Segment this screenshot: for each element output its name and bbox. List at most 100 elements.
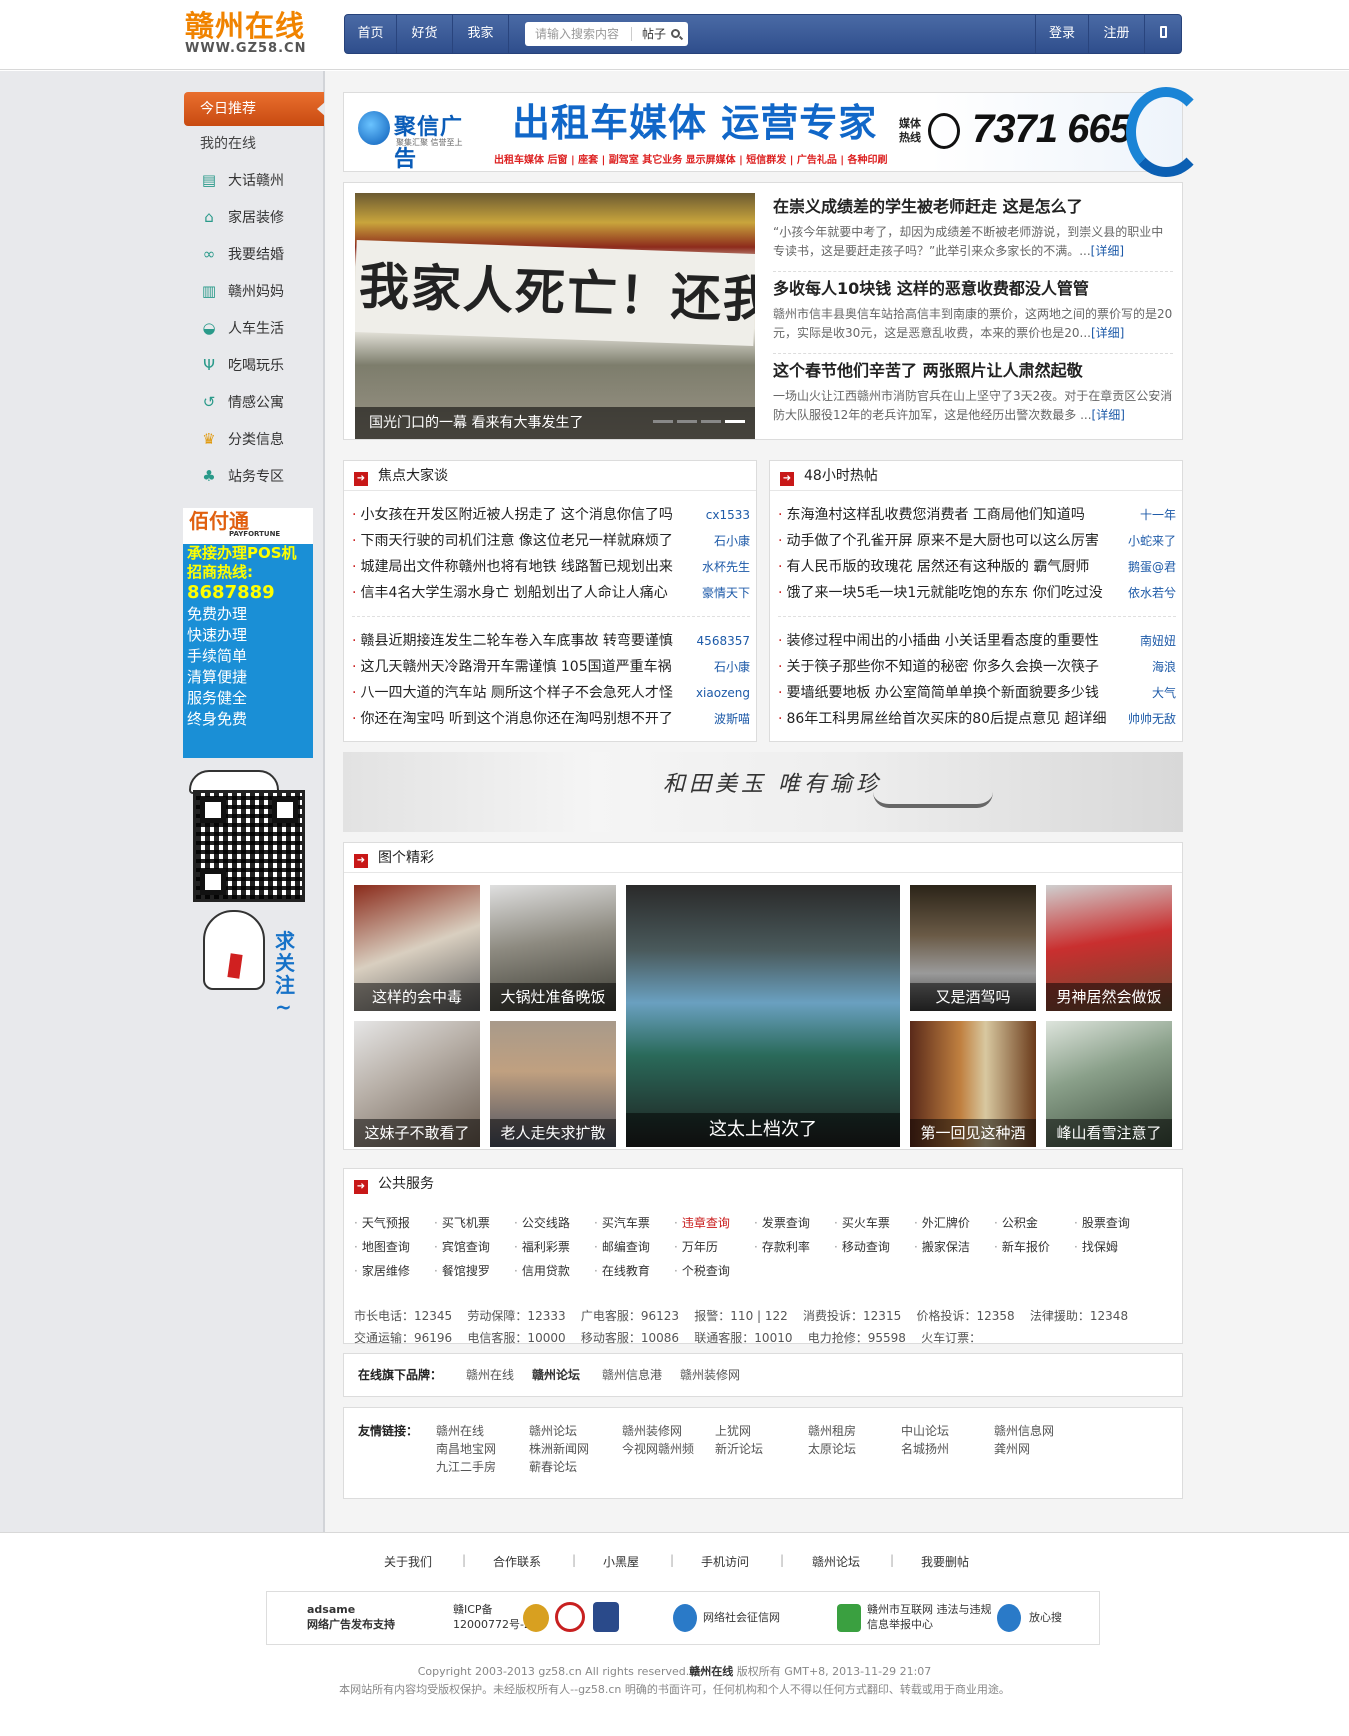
list-item-title[interactable]: 信丰4名大学生溺水身亡 划船划出了人命让人痛心 [360,585,667,601]
photo-tile[interactable]: 老人走失求扩散 [490,1021,616,1147]
friend-link[interactable]: 赣州租房 [808,1422,856,1439]
list-item-author[interactable]: 鹅蛋@君 [1128,555,1176,579]
friend-link[interactable]: 蕲春论坛 [529,1458,577,1475]
list-item-title[interactable]: 饿了来一块5毛一块1元就能吃饱的东东 你们吃过没 [786,585,1102,601]
police-emblem-icon[interactable] [523,1604,549,1632]
service-link[interactable]: · 存款利率 [754,1237,810,1257]
list-item[interactable]: · 饿了来一块5毛一块1元就能吃饱的东东 你们吃过没 依水若兮 [778,581,1176,605]
service-link[interactable]: · 家居维修 [354,1261,410,1281]
service-link[interactable]: · 公交线路 [514,1213,570,1233]
mobile-icon[interactable] [1145,15,1181,53]
nav-goods[interactable]: 好货 [397,15,453,53]
friend-link[interactable]: 上犹网 [715,1422,751,1439]
sidebar-item-dahua[interactable]: ▤ 大话赣州 [184,162,324,199]
footer-link[interactable]: 小黑屋 [603,1553,639,1570]
search-box[interactable]: 请输入搜索内容 帖子 [525,22,688,46]
list-item-title[interactable]: 这几天赣州天冷路滑开车需谨慎 105国道严重车祸 [360,659,671,675]
list-item-author[interactable]: 小蛇来了 [1128,529,1176,553]
friend-link[interactable]: 赣州装修网 [622,1422,682,1439]
slide-dot-active[interactable] [725,420,745,423]
list-item-title[interactable]: 动手做了个孔雀开屏 原来不是大厨也可以这么厉害 [786,533,1098,549]
service-link[interactable]: · 福利彩票 [514,1237,570,1257]
friend-link[interactable]: 九江二手房 [436,1458,496,1475]
nav-home[interactable]: 首页 [345,15,397,53]
brand-link[interactable]: 赣州装修网 [680,1354,740,1396]
photo-tile[interactable]: 男神居然会做饭 [1046,885,1172,1011]
slide-dot[interactable] [701,420,721,423]
footer-link[interactable]: 关于我们 [384,1553,432,1570]
service-link[interactable]: · 在线教育 [594,1261,650,1281]
service-link[interactable]: · 信用贷款 [514,1261,570,1281]
list-item-author[interactable]: 水杯先生 [702,555,750,579]
police-badge-icon[interactable] [593,1602,619,1632]
service-link[interactable]: · 地图查询 [354,1237,410,1257]
credit-network-badge[interactable]: 网络社会征信网 [703,1610,780,1625]
photo-tile-large[interactable]: 这太上档次了 [626,885,900,1147]
list-item-title[interactable]: 要墙纸要地板 办公室简简单单换个新面貌要多少钱 [786,685,1098,701]
list-item-author[interactable]: 海浪 [1152,655,1176,679]
footer-link[interactable]: 合作联系 [493,1553,541,1570]
safe-search-badge[interactable]: 放心搜 [1029,1610,1062,1625]
photo-tile[interactable]: 峰山看雪注意了 [1046,1021,1172,1147]
list-item[interactable]: · 关于筷子那些你不知道的秘密 你多久会换一次筷子 海浪 [778,655,1176,679]
friend-link[interactable]: 名城扬州 [901,1440,949,1457]
list-item-author[interactable]: 4568357 [697,629,750,653]
list-item-author[interactable]: 依水若兮 [1128,581,1176,605]
service-link[interactable]: · 搬家保洁 [914,1237,970,1257]
brand-link[interactable]: 赣州在线 [466,1354,514,1396]
service-link[interactable]: · 个税查询 [674,1261,730,1281]
photo-tile[interactable]: 这样的会中毒 [354,885,480,1011]
slideshow[interactable]: 我家人死亡！还我 国光门口的一幕 看来有大事发生了 [355,193,755,439]
friend-link[interactable]: 今视网赣州频 [622,1440,694,1457]
list-item[interactable]: · 赣县近期接连发生二轮车卷入车底事故 转弯要谨慎 4568357 [352,629,750,653]
sidebar-item-classifieds[interactable]: ♛ 分类信息 [184,421,324,458]
list-item[interactable]: · 八一四大道的汽车站 厕所这个样子不会急死人才怪 xiaozeng [352,681,750,705]
service-link[interactable]: · 股票查询 [1074,1213,1130,1233]
list-item-author[interactable]: 十一年 [1140,503,1176,527]
qr-code-promo[interactable]: 求关注~ [183,770,313,1020]
service-link[interactable]: · 买汽车票 [594,1213,650,1233]
list-item[interactable]: · 要墙纸要地板 办公室简简单单换个新面貌要多少钱 大气 [778,681,1176,705]
friend-link[interactable]: 赣州信息网 [994,1422,1054,1439]
slide-dot[interactable] [677,420,697,423]
service-link[interactable]: · 邮编查询 [594,1237,650,1257]
taxi-media-banner-ad[interactable]: 聚信广告 聚集汇聚 信誉至上 出租车媒体 运营专家 出租车媒体 后窗 | 座套 … [343,87,1206,177]
sidebar-item-wedding[interactable]: ∞ 我要结婚 [184,236,324,273]
copyright-brand[interactable]: 赣州在线 [689,1665,733,1678]
list-item-title[interactable]: 赣县近期接连发生二轮车卷入车底事故 转弯要谨慎 [360,633,672,649]
list-item[interactable]: · 86年工科男屌丝给首次买床的80后提点意见 超详细 帅帅无敌 [778,707,1176,731]
article-more-link[interactable]: [详细] [1092,408,1125,422]
photo-tile[interactable]: 第一回见这种酒 [910,1021,1036,1147]
list-item-title[interactable]: 八一四大道的汽车站 厕所这个样子不会急死人才怪 [360,685,672,701]
sidebar-item-site-affairs[interactable]: ♣ 站务专区 [184,458,324,495]
friend-link[interactable]: 龚州网 [994,1440,1030,1457]
list-item-title[interactable]: 小女孩在开发区附近被人拐走了 这个消息你信了吗 [360,507,672,523]
service-link[interactable]: · 万年历 [674,1237,718,1257]
search-input[interactable]: 请输入搜索内容 [535,22,619,46]
list-item[interactable]: · 东海渔村这样乱收费您消费者 工商局他们知道吗 十一年 [778,503,1176,527]
list-item[interactable]: · 小女孩在开发区附近被人拐走了 这个消息你信了吗 cx1533 [352,503,750,527]
credit-seal-icon[interactable] [555,1602,585,1632]
list-item-author[interactable]: 石小康 [714,529,750,553]
list-item[interactable]: · 这几天赣州天冷路滑开车需谨慎 105国道严重车祸 石小康 [352,655,750,679]
list-item-author[interactable]: 大气 [1152,681,1176,705]
list-item[interactable]: · 下雨天行驶的司机们注意 像这位老兄一样就麻烦了 石小康 [352,529,750,553]
footer-link[interactable]: 手机访问 [701,1553,749,1570]
sidebar-item-car-life[interactable]: ◒ 人车生活 [184,310,324,347]
list-item-title[interactable]: 关于筷子那些你不知道的秘密 你多久会换一次筷子 [786,659,1098,675]
list-item-title[interactable]: 下雨天行驶的司机们注意 像这位老兄一样就麻烦了 [360,533,672,549]
brand-link[interactable]: 赣州信息港 [602,1354,662,1396]
article-title[interactable]: 在崇义成绩差的学生被老师赶走 这是怎么了 [773,195,1173,219]
search-icon[interactable] [671,29,680,38]
friend-link[interactable]: 太原论坛 [808,1440,856,1457]
sidebar-item-food[interactable]: Ψ 吃喝玩乐 [184,347,324,384]
service-link[interactable]: · 新车报价 [994,1237,1050,1257]
jade-ad-banner[interactable]: 和田美玉 唯有瑜珍 [343,752,1183,832]
service-link[interactable]: · 天气预报 [354,1213,410,1233]
service-link[interactable]: · 移动查询 [834,1237,890,1257]
footer-link[interactable]: 我要删帖 [921,1553,969,1570]
search-category[interactable]: 帖子 [642,22,666,46]
article-title[interactable]: 这个春节他们辛苦了 两张照片让人肃然起敬 [773,359,1173,383]
service-link[interactable]: · 外汇牌价 [914,1213,970,1233]
login-button[interactable]: 登录 [1035,15,1089,53]
